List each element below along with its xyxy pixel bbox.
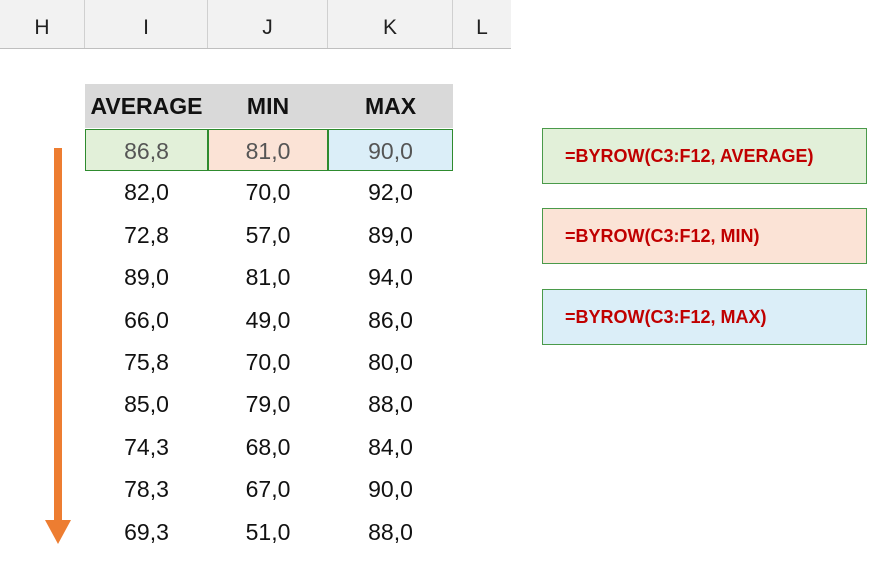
cell-average[interactable]: 78,3 bbox=[85, 468, 208, 510]
down-arrow-head bbox=[45, 520, 71, 544]
cell-min[interactable]: 57,0 bbox=[208, 214, 328, 256]
cell-average[interactable]: 66,0 bbox=[85, 299, 208, 341]
column-header-i[interactable]: I bbox=[85, 0, 208, 48]
formula-box-average: =BYROW(C3:F12, AVERAGE) bbox=[542, 128, 867, 184]
cell-max[interactable]: 88,0 bbox=[328, 511, 453, 553]
cell-average[interactable]: 75,8 bbox=[85, 341, 208, 383]
cell-average[interactable]: 82,0 bbox=[85, 171, 208, 213]
formula-min-text: =BYROW(C3:F12, MIN) bbox=[565, 226, 760, 246]
header-average[interactable]: AVERAGE bbox=[85, 84, 208, 128]
header-min[interactable]: MIN bbox=[208, 84, 328, 128]
cell-max[interactable]: 84,0 bbox=[328, 426, 453, 468]
column-header-k[interactable]: K bbox=[328, 0, 453, 48]
cell-max[interactable]: 94,0 bbox=[328, 256, 453, 298]
cell-max[interactable]: 86,0 bbox=[328, 299, 453, 341]
cell-average[interactable]: 72,8 bbox=[85, 214, 208, 256]
down-arrow-icon bbox=[54, 148, 62, 522]
cell-min[interactable]: 51,0 bbox=[208, 511, 328, 553]
cell-min[interactable]: 68,0 bbox=[208, 426, 328, 468]
column-header-j[interactable]: J bbox=[208, 0, 328, 48]
cell-average[interactable]: 86,8 bbox=[85, 129, 208, 171]
formula-average-text: =BYROW(C3:F12, AVERAGE) bbox=[565, 146, 814, 166]
header-max[interactable]: MAX bbox=[328, 84, 453, 128]
cell-max[interactable]: 92,0 bbox=[328, 171, 453, 213]
cell-min[interactable]: 49,0 bbox=[208, 299, 328, 341]
table-header: AVERAGE MIN MAX bbox=[85, 84, 453, 128]
cell-average[interactable]: 74,3 bbox=[85, 426, 208, 468]
column-header-h[interactable]: H bbox=[0, 0, 85, 48]
cell-min[interactable]: 67,0 bbox=[208, 468, 328, 510]
cell-average[interactable]: 69,3 bbox=[85, 511, 208, 553]
cell-average[interactable]: 85,0 bbox=[85, 383, 208, 425]
cell-max[interactable]: 80,0 bbox=[328, 341, 453, 383]
formula-box-min: =BYROW(C3:F12, MIN) bbox=[542, 208, 867, 264]
column-header-l[interactable]: L bbox=[453, 0, 511, 48]
cell-average[interactable]: 89,0 bbox=[85, 256, 208, 298]
cell-max[interactable]: 90,0 bbox=[328, 129, 453, 171]
cell-max[interactable]: 89,0 bbox=[328, 214, 453, 256]
cell-min[interactable]: 79,0 bbox=[208, 383, 328, 425]
formula-max-text: =BYROW(C3:F12, MAX) bbox=[565, 307, 767, 327]
formula-box-max: =BYROW(C3:F12, MAX) bbox=[542, 289, 867, 345]
cell-min[interactable]: 81,0 bbox=[208, 256, 328, 298]
cell-min[interactable]: 70,0 bbox=[208, 171, 328, 213]
cell-max[interactable]: 90,0 bbox=[328, 468, 453, 510]
cell-max[interactable]: 88,0 bbox=[328, 383, 453, 425]
cell-min[interactable]: 81,0 bbox=[208, 129, 328, 171]
cell-min[interactable]: 70,0 bbox=[208, 341, 328, 383]
column-header-bar: H I J K L bbox=[0, 0, 511, 49]
